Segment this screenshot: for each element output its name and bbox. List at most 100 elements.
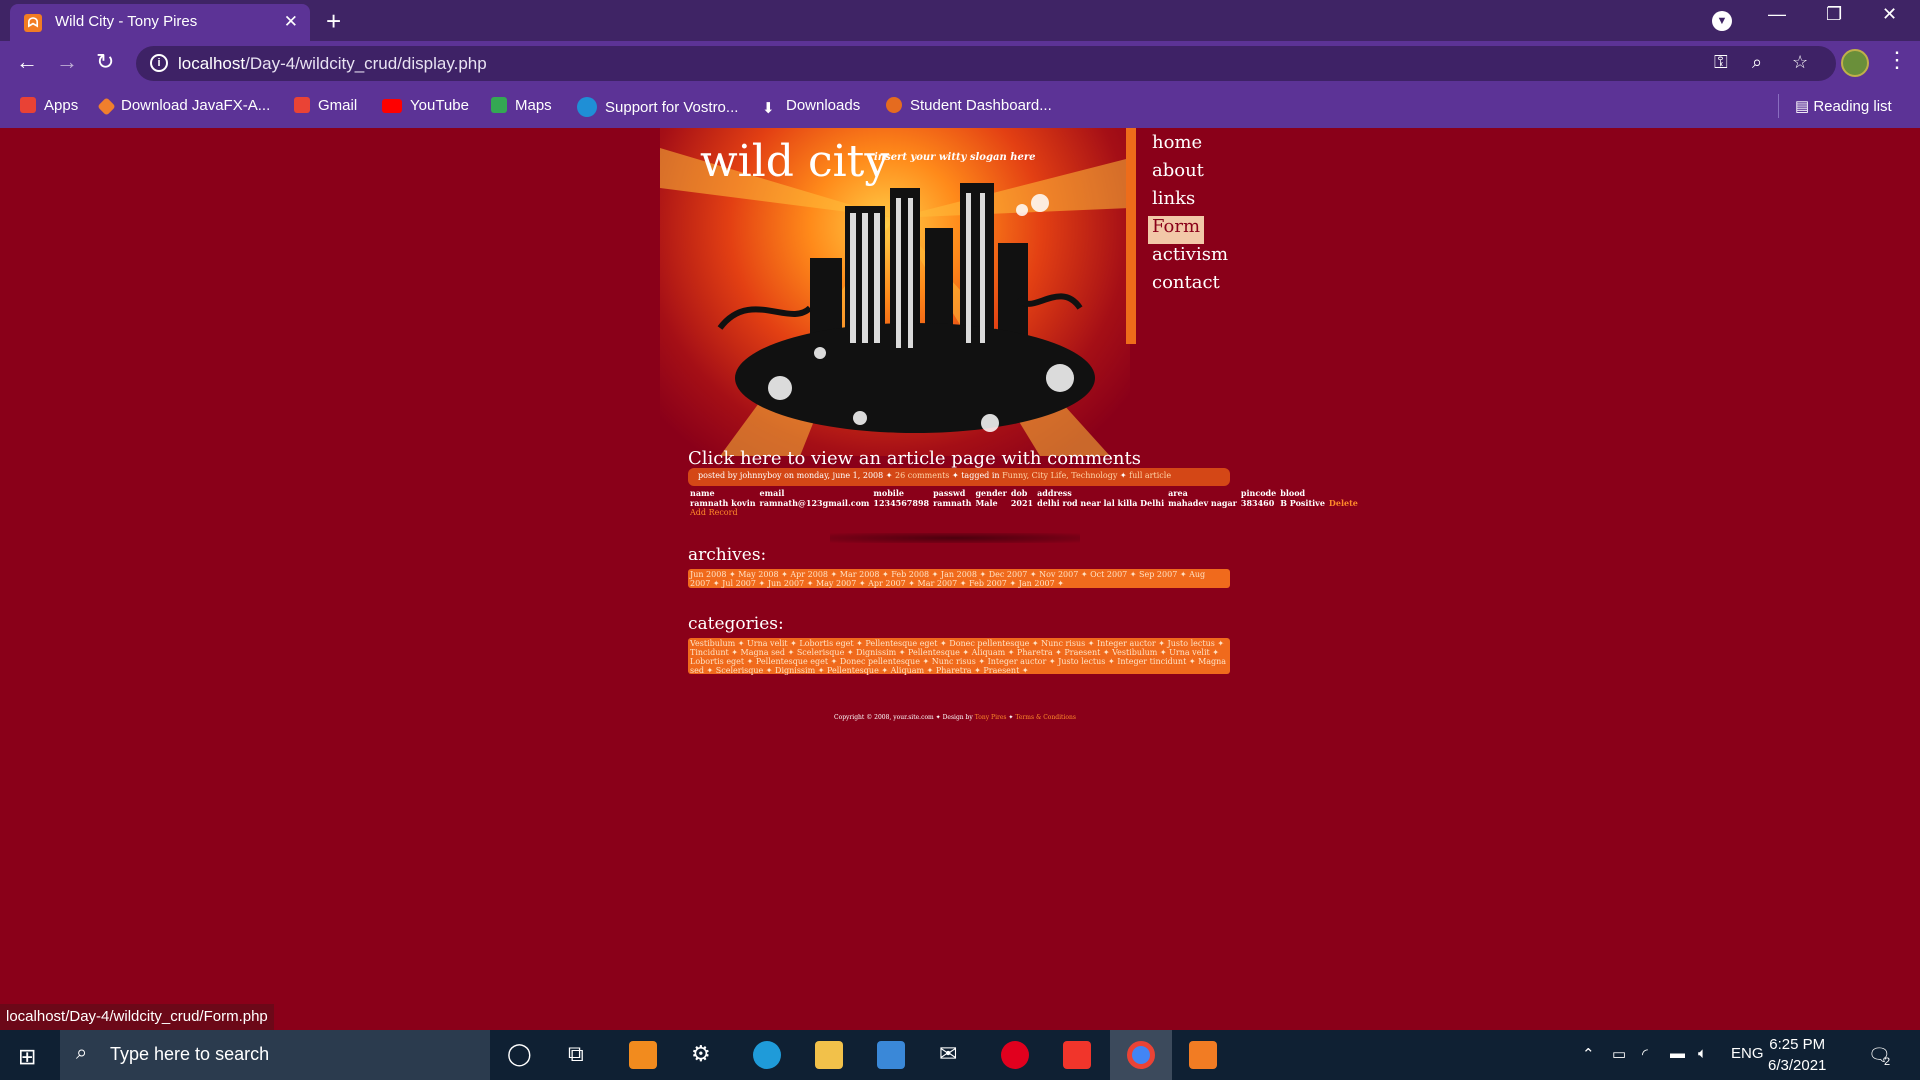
site-slogan: insert your witty slogan here — [874, 152, 1036, 163]
copyright-text: Copyright © 2008, your.site.com ✦ Design… — [834, 714, 973, 721]
delete-link[interactable]: Delete — [1327, 498, 1360, 508]
col-header: mobile — [873, 488, 904, 498]
cell-blood: B Positive — [1280, 498, 1325, 508]
tab-close-icon[interactable]: ✕ — [284, 12, 298, 32]
settings-gear-icon[interactable]: ⚙ — [691, 1041, 711, 1067]
nav-contact[interactable]: contact — [1148, 272, 1232, 300]
file-explorer-icon[interactable] — [815, 1041, 843, 1069]
footer-copyright: Copyright © 2008, your.site.com ✦ Design… — [834, 714, 1076, 721]
task-view-icon[interactable]: ⧉ — [568, 1041, 584, 1067]
bookmark-downloads[interactable]: ⬇ Downloads — [762, 97, 860, 117]
col-header: email — [759, 488, 785, 498]
address-bar[interactable]: i localhost/Day-4/wildcity_crud/display.… — [136, 46, 1836, 81]
edge-icon[interactable] — [753, 1041, 781, 1069]
tab-search-chevron-icon[interactable]: ▼ — [1712, 11, 1732, 31]
browser-chrome: ᗣ Wild City - Tony Pires ✕ + ▼ — ❐ ✕ ← →… — [0, 0, 1920, 128]
col-header: address — [1037, 488, 1072, 498]
designer-link[interactable]: Tony Pires — [975, 714, 1007, 721]
forward-button[interactable]: → — [56, 49, 78, 75]
clock-time: 6:25 PM — [1769, 1036, 1826, 1053]
chrome-icon[interactable] — [1127, 1041, 1155, 1069]
windows-start-icon[interactable]: ⊞ — [18, 1044, 36, 1070]
back-button[interactable]: ← — [16, 49, 38, 75]
download-icon: ⬇ — [762, 100, 775, 117]
profile-avatar[interactable] — [1841, 49, 1869, 77]
taskbar-search-box[interactable]: ⌕ Type here to search — [60, 1030, 490, 1080]
bookmark-gmail[interactable]: Gmail — [294, 97, 357, 114]
terms-link[interactable]: Terms & Conditions — [1015, 714, 1076, 721]
reload-button[interactable]: ↻ — [96, 49, 114, 75]
restore-button[interactable]: ❐ — [1826, 4, 1842, 25]
cortana-icon[interactable]: ◯ — [507, 1041, 532, 1067]
nav-activism[interactable]: activism — [1148, 244, 1232, 272]
maps-icon — [491, 97, 507, 113]
col-header: blood — [1280, 488, 1306, 498]
bookmark-javafx[interactable]: Download JavaFX-A... — [97, 97, 270, 116]
nav-about[interactable]: about — [1148, 160, 1232, 188]
cell-address: delhi rod near lal killa Delhi — [1037, 498, 1165, 508]
article-title-link[interactable]: Click here to view an article page with … — [688, 448, 1141, 469]
bookmark-star-icon[interactable]: ☆ — [1792, 52, 1808, 73]
bookmark-youtube[interactable]: YouTube — [382, 97, 469, 114]
reading-list-button[interactable]: ▤ Reading list — [1795, 97, 1892, 115]
microsoft-store-icon[interactable] — [877, 1041, 905, 1069]
reading-list-icon: ▤ — [1795, 98, 1814, 115]
post-meta-bar: posted by johnnyboy on monday, june 1, 2… — [688, 468, 1230, 486]
url-text[interactable]: localhost/Day-4/wildcity_crud/display.ph… — [178, 54, 487, 74]
minimize-button[interactable]: — — [1768, 4, 1786, 25]
wifi-icon[interactable]: ◜ — [1642, 1045, 1648, 1063]
nav-form[interactable]: Form — [1148, 216, 1205, 244]
notification-count-badge: 2 — [1884, 1056, 1891, 1068]
volume-icon[interactable]: 🔈︎ — [1698, 1045, 1707, 1062]
cell-pincode: 383460 — [1240, 498, 1275, 508]
menu-accent-bar — [1126, 128, 1136, 344]
clock[interactable]: 6:25 PM 6/3/2021 — [1768, 1034, 1826, 1076]
tags-link[interactable]: Funny, City Life, Technology — [1002, 471, 1117, 480]
nav-links[interactable]: links — [1148, 188, 1232, 216]
cell-email: ramnath@123gmail.com — [759, 498, 870, 508]
archives-list[interactable]: Jun 2008 ✦ May 2008 ✦ Apr 2008 ✦ Mar 200… — [688, 569, 1230, 588]
key-icon[interactable]: ⚿ — [1714, 52, 1728, 73]
language-indicator[interactable]: ENG — [1731, 1045, 1764, 1062]
categories-list[interactable]: Vestibulum ✦ Urna velit ✦ Lobortis eget … — [688, 638, 1230, 675]
battery-icon[interactable]: ▬ — [1670, 1045, 1685, 1062]
xampp-favicon-icon: ᗣ — [24, 14, 42, 32]
meet-now-icon[interactable]: ▭ — [1612, 1045, 1626, 1063]
cell-area: mahadev nagar — [1168, 498, 1237, 508]
bookmarks-separator — [1778, 94, 1779, 118]
categories-heading: categories: — [688, 614, 784, 634]
col-header: name — [690, 488, 715, 498]
windows-taskbar: ⊞ ⌕ Type here to search ◯ ⧉ ⚙ ✉ ⌃ ▭ ◜ ▬ … — [0, 1030, 1920, 1080]
sublime-text-icon[interactable] — [629, 1041, 657, 1069]
student-dashboard-icon — [886, 97, 902, 113]
tab-active[interactable]: ᗣ Wild City - Tony Pires ✕ — [10, 4, 310, 41]
bookmark-apps[interactable]: Apps — [20, 97, 78, 114]
clock-date: 6/3/2021 — [1768, 1057, 1827, 1074]
opera-icon[interactable] — [1001, 1041, 1029, 1069]
anydesk-icon[interactable] — [1063, 1041, 1091, 1069]
col-header: dob — [1010, 488, 1028, 498]
close-window-button[interactable]: ✕ — [1882, 4, 1897, 25]
bookmark-student-dashboard[interactable]: Student Dashboard... — [886, 97, 1052, 114]
menu-kebab-icon[interactable]: ⋮ — [1886, 47, 1908, 73]
bookmark-dell-support[interactable]: Support for Vostro... — [577, 97, 738, 117]
mail-icon[interactable]: ✉ — [939, 1041, 957, 1067]
tray-chevron-icon[interactable]: ⌃ — [1582, 1045, 1595, 1063]
add-record-link[interactable]: Add Record — [690, 508, 738, 517]
col-header: area — [1168, 488, 1188, 498]
tagged-prefix: tagged in — [961, 471, 1000, 480]
full-article-link[interactable]: full article — [1129, 471, 1171, 480]
zoom-icon[interactable]: ⌕ — [1752, 52, 1762, 73]
xampp-icon[interactable] — [1189, 1041, 1217, 1069]
gmail-icon — [294, 97, 310, 113]
nav-home[interactable]: home — [1148, 132, 1232, 160]
bookmarks-bar: Apps Download JavaFX-A... Gmail YouTube … — [0, 86, 1920, 128]
bookmark-maps[interactable]: Maps — [491, 97, 552, 114]
col-header: gender — [975, 488, 1007, 498]
apps-grid-icon — [20, 97, 36, 113]
site-logo[interactable]: wild city — [700, 136, 889, 187]
new-tab-button[interactable]: + — [326, 6, 341, 37]
comments-link[interactable]: 26 comments — [895, 471, 949, 480]
site-info-icon[interactable]: i — [150, 54, 168, 72]
cell-dob: 2021 — [1010, 498, 1034, 508]
